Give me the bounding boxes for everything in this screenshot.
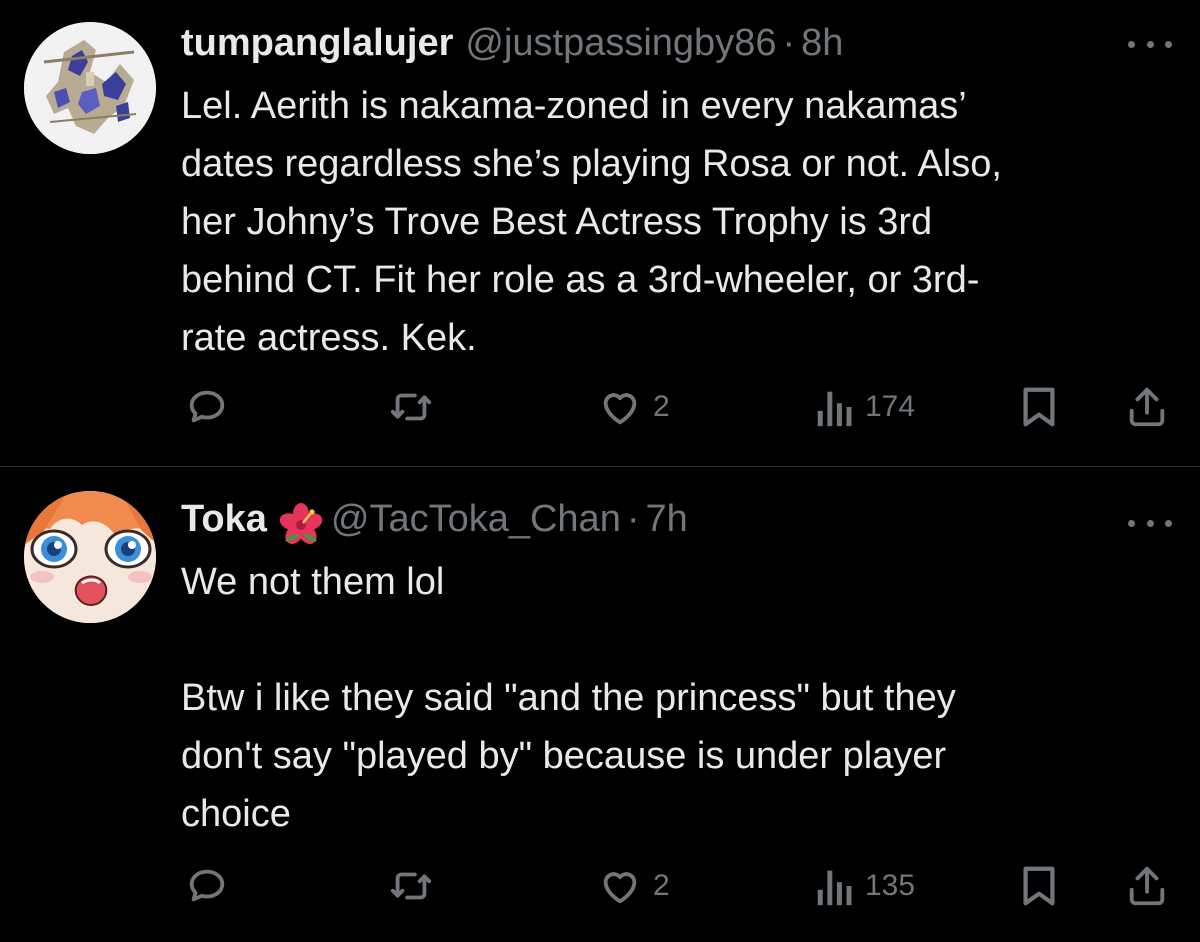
bookmark-icon [1023, 387, 1055, 427]
share-button[interactable] [1124, 382, 1170, 432]
views-icon [817, 391, 852, 427]
tweet-text-line: dates regardless she’s playing Rosa or n… [181, 143, 1002, 185]
tweet-text-line: her Johny’s Trove Best Actress Trophy is… [181, 201, 933, 243]
tweet-text-line: rate actress. Kek. [181, 317, 477, 359]
tweet-text-line: behind CT. Fit her role as a 3rd-wheeler… [181, 259, 980, 301]
tweet-text-line: don't say "played by" because is under p… [181, 735, 947, 777]
tweet[interactable]: Toka @TacToka_Chan · 7h We not them lol … [0, 467, 1200, 942]
avatar[interactable] [24, 491, 156, 623]
share-icon [1129, 866, 1165, 906]
reply-icon [189, 869, 225, 902]
display-name[interactable]: Toka [181, 498, 267, 541]
reply-button[interactable] [184, 861, 230, 911]
tweet-text-line: Btw i like they said "and the princess" … [181, 677, 956, 719]
tweet-text: We not them lol Btw i like they said "an… [181, 553, 1171, 843]
views-icon [817, 870, 852, 906]
avatar[interactable] [24, 22, 156, 154]
tweet-text-line [181, 611, 1171, 669]
action-bar: 2 135 [0, 861, 1200, 911]
tweet-header: Toka @TacToka_Chan · 7h [181, 498, 688, 548]
like-button[interactable]: 2 [597, 382, 670, 432]
user-handle[interactable]: @justpassingby86 [465, 22, 776, 65]
like-icon [603, 393, 637, 425]
action-bar: 2 174 [0, 382, 1200, 432]
timestamp[interactable]: 7h [646, 498, 688, 541]
like-icon [603, 872, 637, 904]
bookmark-icon [1023, 866, 1055, 906]
tweet-header: tumpanglalujer @justpassingby86 · 8h [181, 22, 843, 72]
bookmark-button[interactable] [1018, 382, 1060, 432]
separator-dot: · [782, 22, 796, 64]
user-handle[interactable]: @TacToka_Chan [331, 498, 621, 541]
hibiscus-icon [279, 503, 323, 544]
separator-dot: · [626, 498, 640, 540]
views-button[interactable]: 135 [815, 861, 915, 911]
tweet-text-line: Lel. Aerith is nakama-zoned in every nak… [181, 85, 967, 127]
tweet-text-line: choice [181, 793, 291, 835]
tweet-text: Lel. Aerith is nakama-zoned in every nak… [181, 77, 1171, 367]
retweet-icon [390, 872, 432, 900]
timestamp[interactable]: 8h [801, 22, 843, 65]
like-count: 2 [653, 390, 670, 423]
view-count: 135 [865, 869, 916, 902]
view-count: 174 [865, 390, 916, 423]
share-icon [1129, 387, 1165, 427]
retweet-icon [390, 393, 432, 421]
tweet-text-line: We not them lol [181, 561, 445, 603]
more-icon[interactable] [1128, 38, 1172, 50]
reply-icon [189, 390, 225, 423]
like-count: 2 [653, 869, 670, 902]
tweet[interactable]: tumpanglalujer @justpassingby86 · 8h Lel… [0, 0, 1200, 466]
views-button[interactable]: 174 [815, 382, 915, 432]
like-button[interactable]: 2 [597, 861, 670, 911]
retweet-button[interactable] [387, 861, 435, 911]
bookmark-button[interactable] [1018, 861, 1060, 911]
reply-button[interactable] [184, 382, 230, 432]
display-name[interactable]: tumpanglalujer [181, 22, 453, 65]
retweet-button[interactable] [387, 382, 435, 432]
share-button[interactable] [1124, 861, 1170, 911]
more-icon[interactable] [1128, 517, 1172, 529]
